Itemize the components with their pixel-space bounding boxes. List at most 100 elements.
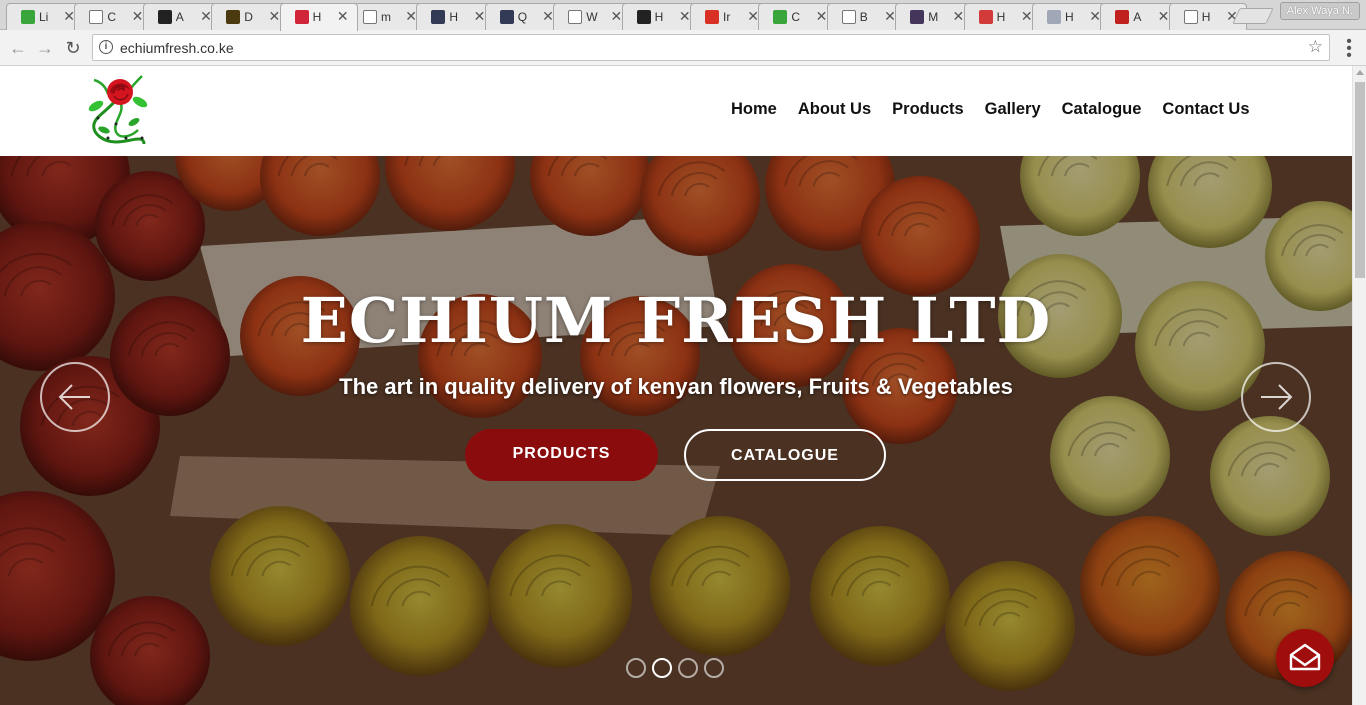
nav-products[interactable]: Products [882, 100, 975, 119]
close-tab-icon[interactable]: ✕ [337, 8, 349, 25]
contact-mail-button[interactable] [1276, 629, 1334, 687]
tab-title: Ir [723, 10, 731, 24]
news-icon [1115, 10, 1130, 24]
new-tab-button[interactable] [1232, 8, 1274, 24]
arrow-right-icon [1261, 384, 1293, 410]
browser-tab[interactable]: Q ✕ [484, 3, 563, 30]
carousel-next-button[interactable] [1241, 362, 1311, 432]
close-tab-icon[interactable]: ✕ [63, 8, 75, 25]
close-tab-icon[interactable]: ✕ [952, 8, 964, 25]
browser-tab[interactable]: Li ✕ [6, 3, 84, 30]
browser-tab[interactable]: H ✕ [416, 3, 495, 30]
browser-tab[interactable]: H ✕ [963, 3, 1042, 30]
close-tab-icon[interactable]: ✕ [405, 8, 417, 25]
page-icon [89, 10, 104, 24]
avatar-icon [910, 10, 925, 24]
close-tab-icon[interactable]: ✕ [816, 8, 828, 25]
browser-tab[interactable]: B ✕ [826, 3, 905, 30]
info-icon[interactable]: i [99, 40, 113, 54]
close-tab-icon[interactable]: ✕ [268, 8, 280, 25]
browser-tab[interactable]: H ✕ [1032, 3, 1110, 30]
address-bar[interactable]: i echiumfresh.co.ke ☆ [92, 34, 1330, 61]
close-tab-icon[interactable]: ✕ [542, 8, 554, 25]
stack-icon [431, 10, 446, 24]
tab-title: H [1065, 10, 1074, 24]
cloud-icon [1047, 10, 1061, 24]
browser-tab[interactable]: C ✕ [758, 3, 837, 30]
stack-icon [499, 10, 514, 24]
carousel-dot[interactable] [704, 658, 724, 678]
site-logo[interactable] [86, 72, 150, 150]
tab-title: H [996, 10, 1006, 24]
reload-button[interactable]: ↻ [62, 37, 84, 59]
products-button[interactable]: PRODUCTS [465, 429, 658, 481]
page-icon [363, 10, 377, 24]
nav-catalogue[interactable]: Catalogue [1051, 100, 1152, 119]
github-icon [636, 10, 651, 24]
scroll-up-arrow-icon[interactable] [1356, 70, 1364, 75]
tab-title: m [381, 10, 391, 24]
tab-title: B [859, 10, 868, 24]
browser-tab[interactable]: A ✕ [1100, 3, 1179, 30]
close-tab-icon[interactable]: ✕ [1089, 8, 1101, 25]
browser-tab[interactable]: C ✕ [74, 3, 153, 30]
carousel-dot[interactable] [678, 658, 698, 678]
carousel-dot[interactable] [626, 658, 646, 678]
url-text[interactable]: echiumfresh.co.ke [120, 40, 234, 56]
close-tab-icon[interactable]: ✕ [132, 8, 144, 25]
tab-title: C [791, 10, 801, 24]
tab-strip: Li ✕ C ✕ A ✕ D ✕ H ✕ m ✕ H ✕ Q ✕ W ✕ H ✕ Ir ✕ C ✕ B ✕ M ✕ H ✕ H ✕ A ✕ H ✕ A… [0, 0, 1366, 31]
rose-icon [294, 10, 309, 24]
kebab-menu-icon: • • • [1346, 33, 1352, 64]
browser-tab[interactable]: m ✕ [348, 3, 426, 30]
browser-tab[interactable]: M ✕ [895, 3, 974, 30]
browser-tab[interactable]: A ✕ [142, 3, 221, 30]
back-button[interactable]: ← [7, 37, 29, 59]
close-tab-icon[interactable]: ✕ [884, 8, 896, 25]
browser-tab[interactable]: Ir ✕ [690, 3, 768, 30]
page-icon [841, 10, 856, 24]
catalogue-button[interactable]: CATALOGUE [684, 429, 886, 481]
browser-tab[interactable]: H ✕ [621, 3, 700, 30]
dark-image-icon [226, 10, 241, 24]
carousel-indicators [626, 658, 724, 678]
leaf-icon [773, 10, 788, 24]
tab-title: H [1201, 10, 1211, 24]
tab-title: A [1133, 10, 1142, 24]
rose-logo-icon [88, 75, 148, 145]
nav-gallery[interactable]: Gallery [974, 100, 1051, 119]
browser-tab[interactable]: D ✕ [211, 3, 290, 30]
bookmark-star-icon[interactable]: ☆ [1308, 37, 1323, 57]
hero-overlay [0, 156, 1352, 705]
reload-icon: ↻ [65, 38, 81, 58]
close-tab-icon[interactable]: ✕ [474, 8, 486, 25]
tab-title: D [244, 10, 253, 24]
tab-title: H [654, 10, 664, 24]
close-tab-icon[interactable]: ✕ [200, 8, 212, 25]
arrow-left-icon [58, 384, 90, 410]
nav-home[interactable]: Home [720, 100, 787, 119]
scrollbar-thumb[interactable] [1355, 82, 1365, 278]
carousel-dot[interactable] [652, 658, 672, 678]
close-tab-icon[interactable]: ✕ [747, 8, 759, 25]
page-scrollbar[interactable] [1352, 66, 1366, 705]
browser-menu-button[interactable]: • • • [1341, 34, 1357, 64]
close-tab-icon[interactable]: ✕ [1021, 8, 1033, 25]
carousel-prev-button[interactable] [40, 362, 110, 432]
forward-button[interactable]: → [34, 37, 56, 59]
main-nav: Home About Us Products Gallery Catalogue… [720, 100, 1260, 119]
nav-contact-us[interactable]: Contact Us [1152, 100, 1260, 119]
close-tab-icon[interactable]: ✕ [610, 8, 622, 25]
tab-title: Q [517, 10, 528, 24]
browser-tab[interactable]: H ✕ [279, 3, 358, 31]
puzzle-icon [978, 10, 993, 24]
nav-about-us[interactable]: About Us [787, 100, 881, 119]
page-icon [1183, 10, 1198, 24]
browser-tab[interactable]: W ✕ [553, 3, 632, 30]
close-tab-icon[interactable]: ✕ [1158, 8, 1170, 25]
close-tab-icon[interactable]: ✕ [679, 8, 691, 25]
page-icon [568, 10, 583, 24]
profile-button[interactable]: Alex Waya N. [1279, 2, 1360, 20]
tab-title: H [312, 10, 322, 24]
gmail-icon [705, 10, 719, 24]
